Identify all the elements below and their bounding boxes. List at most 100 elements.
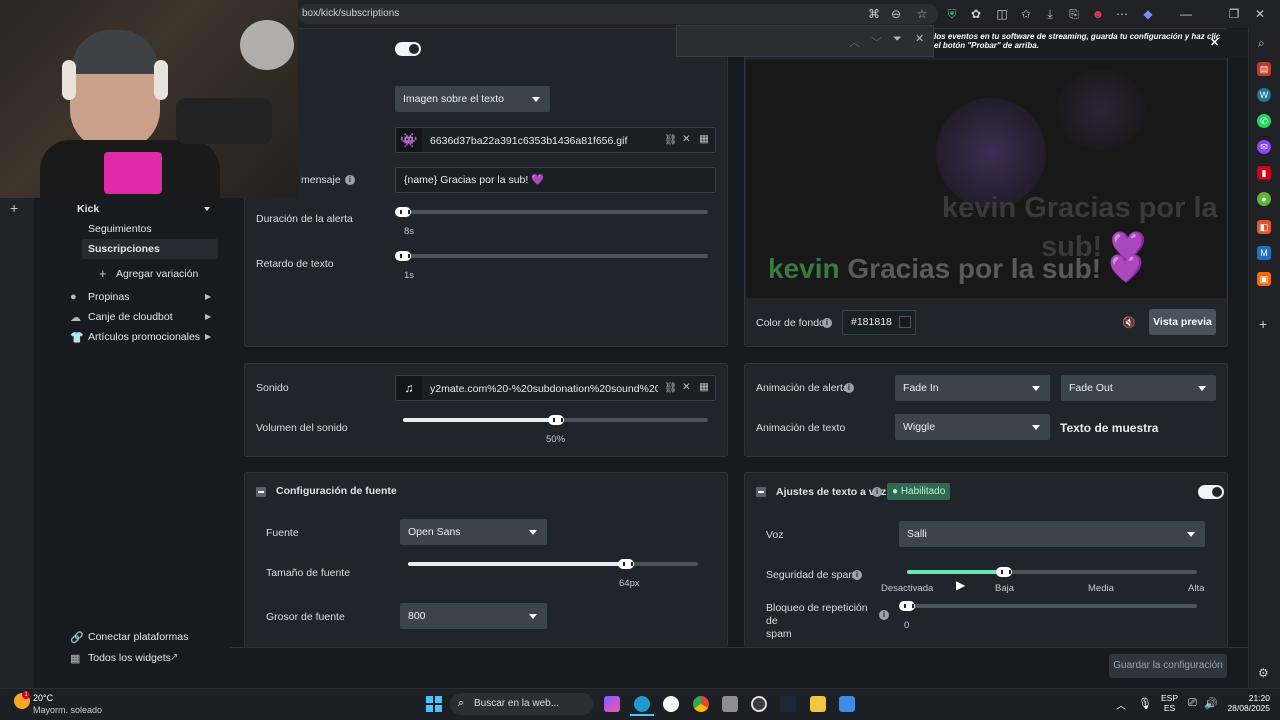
duration-slider-knob[interactable] <box>395 207 411 217</box>
tray-overflow-icon[interactable]: ︿ <box>1116 697 1126 712</box>
info-icon[interactable]: i <box>852 570 862 580</box>
voice-select[interactable]: Salli <box>899 521 1205 547</box>
duration-slider[interactable] <box>403 210 708 214</box>
text-animation-select[interactable]: Wiggle <box>895 414 1050 440</box>
bg-color-input[interactable]: #181818 <box>842 310 916 335</box>
search-icon[interactable]: ⌕ <box>1258 36 1265 51</box>
more-menu-icon[interactable]: ⋯ <box>1114 6 1130 22</box>
clear-icon[interactable]: ✕ <box>682 133 691 145</box>
app-icon-green[interactable]: ● <box>1257 192 1271 206</box>
minimize-icon[interactable]: — <box>1178 6 1194 22</box>
font-weight-select[interactable]: 800 <box>400 603 547 629</box>
save-button[interactable]: Guardar la configuración <box>1109 654 1227 678</box>
info-icon[interactable]: i <box>822 318 832 328</box>
copilot-taskbar-icon[interactable] <box>604 696 620 712</box>
network-icon[interactable]: ⎚ <box>1188 697 1197 710</box>
profile-icon[interactable]: ☻ <box>1090 6 1106 22</box>
app-taskbar-icon-blue[interactable] <box>839 696 855 712</box>
info-icon[interactable]: i <box>345 175 355 185</box>
app-icon-blue[interactable]: M <box>1257 246 1271 260</box>
enable-toggle[interactable] <box>395 42 421 56</box>
mute-icon[interactable]: 🔇 <box>1122 316 1136 329</box>
collapse-icon[interactable] <box>756 487 766 497</box>
favorites-icon[interactable]: ✩ <box>1018 6 1034 22</box>
layout-select[interactable]: Imagen sobre el texto <box>395 86 550 112</box>
text-delay-slider[interactable] <box>403 254 708 258</box>
text-delay-slider-knob[interactable] <box>395 251 411 261</box>
address-bar[interactable]: box/kick/subscriptions <box>298 4 938 24</box>
sound-file-field[interactable]: ♫ y2mate.com%20-%20subdonation%20sound%2… <box>395 375 716 401</box>
favorite-star-icon[interactable]: ☆ <box>914 6 930 22</box>
info-icon[interactable]: i <box>844 383 854 393</box>
language-indicator[interactable]: ESP ES <box>1161 693 1178 713</box>
find-prev-icon[interactable]: ︿ <box>849 34 860 50</box>
notification-close-icon[interactable]: ✕ <box>1210 36 1219 49</box>
steam-icon[interactable] <box>780 696 796 712</box>
settings-gear-icon[interactable]: ⚙ <box>1258 666 1269 680</box>
downloads-icon[interactable]: ⤓ <box>1042 6 1058 22</box>
connect-platforms-link[interactable]: Conectar plataformas <box>88 631 188 643</box>
sidebar-item-cloudbot[interactable]: Canje de cloudbot <box>88 311 173 323</box>
volume-slider-knob[interactable] <box>547 415 564 425</box>
edge-taskbar-icon[interactable] <box>634 696 650 712</box>
link-icon[interactable]: ⛓ <box>664 381 677 394</box>
gallery-icon[interactable]: ▦ <box>699 133 709 145</box>
shield-extension-icon[interactable]: ⛨ <box>944 6 960 22</box>
info-icon[interactable]: i <box>879 610 889 620</box>
copilot-icon[interactable]: ◆ <box>1140 6 1156 22</box>
clock-app-icon[interactable] <box>663 696 679 712</box>
volume-icon[interactable]: 🔊 <box>1204 697 1218 710</box>
sidebar-item-propinas[interactable]: Propinas <box>88 291 129 303</box>
add-variation-button[interactable]: Agregar variación <box>116 268 198 280</box>
windows-start-icon[interactable] <box>426 696 442 712</box>
color-swatch[interactable] <box>899 316 911 328</box>
animation-in-select[interactable]: Fade In <box>895 375 1050 401</box>
font-select[interactable]: Open Sans <box>400 519 547 545</box>
screenshot-icon[interactable]: ⎘ <box>1066 6 1082 22</box>
filter-icon[interactable]: ⏷ <box>893 33 902 46</box>
file-explorer-icon[interactable] <box>810 696 826 712</box>
maximize-icon[interactable]: ❐ <box>1226 6 1242 22</box>
spam-repeat-slider-knob[interactable] <box>899 601 915 611</box>
add-sidebar-app-icon[interactable]: + <box>1259 316 1267 332</box>
sidebar-item-merch[interactable]: Artículos promocionales <box>88 331 200 343</box>
app-icon-orange[interactable]: ▣ <box>1257 272 1271 286</box>
calendar-app-icon[interactable]: ▤ <box>1257 62 1271 76</box>
message-input[interactable]: {name} Gracias por la sub! 💜 <box>395 167 716 193</box>
gallery-icon[interactable]: ▦ <box>699 381 709 393</box>
sidebar-item-suscripciones[interactable]: Suscripciones <box>88 243 160 255</box>
chrome-icon[interactable] <box>693 696 709 712</box>
zoom-icon[interactable]: ⊖ <box>888 6 904 22</box>
clock[interactable]: 21:20 28/08/2025 <box>1224 693 1270 713</box>
app-taskbar-icon[interactable] <box>722 696 738 712</box>
find-bar[interactable]: ︿ ﹀ ⏷ ✕ <box>676 25 934 57</box>
find-close-icon[interactable]: ✕ <box>915 32 924 45</box>
taskbar-search[interactable]: ⌕ Buscar en la web... <box>450 693 594 715</box>
link-icon[interactable]: ⛓ <box>664 133 677 146</box>
add-icon[interactable]: + <box>10 200 18 216</box>
office-icon[interactable]: ◧ <box>1257 220 1271 234</box>
spam-repeat-slider[interactable] <box>907 604 1197 608</box>
spam-security-slider-knob[interactable] <box>995 567 1012 577</box>
image-file-field[interactable]: 👾 6636d37ba22a391c6353b1436a81f656.gif ⛓… <box>395 127 716 153</box>
translate-icon[interactable]: ⌘ <box>866 6 882 22</box>
split-screen-icon[interactable]: ◫ <box>994 6 1010 22</box>
wordpress-icon[interactable]: W <box>1257 88 1271 102</box>
close-window-icon[interactable]: ✕ <box>1252 6 1268 22</box>
app-icon-red[interactable]: ▮ <box>1257 166 1271 180</box>
font-size-slider-knob[interactable] <box>617 559 634 569</box>
microphone-icon[interactable]: 🎙 <box>1138 697 1152 710</box>
clear-icon[interactable]: ✕ <box>682 381 691 393</box>
all-widgets-link[interactable]: Todos los widgets <box>88 652 171 664</box>
tts-toggle[interactable] <box>1198 485 1224 499</box>
chevron-down-icon[interactable] <box>204 207 210 211</box>
animation-out-select[interactable]: Fade Out <box>1061 375 1216 401</box>
sidebar-item-seguimientos[interactable]: Seguimientos <box>88 223 152 235</box>
collapse-icon[interactable] <box>256 487 266 497</box>
sidebar-item-kick[interactable]: Kick <box>77 203 99 215</box>
obs-icon[interactable] <box>751 696 767 712</box>
find-next-icon[interactable]: ﹀ <box>871 34 882 50</box>
extensions-icon[interactable]: ✿ <box>968 6 984 22</box>
whatsapp-icon[interactable]: ✆ <box>1257 114 1271 128</box>
info-icon[interactable]: i <box>872 487 882 497</box>
